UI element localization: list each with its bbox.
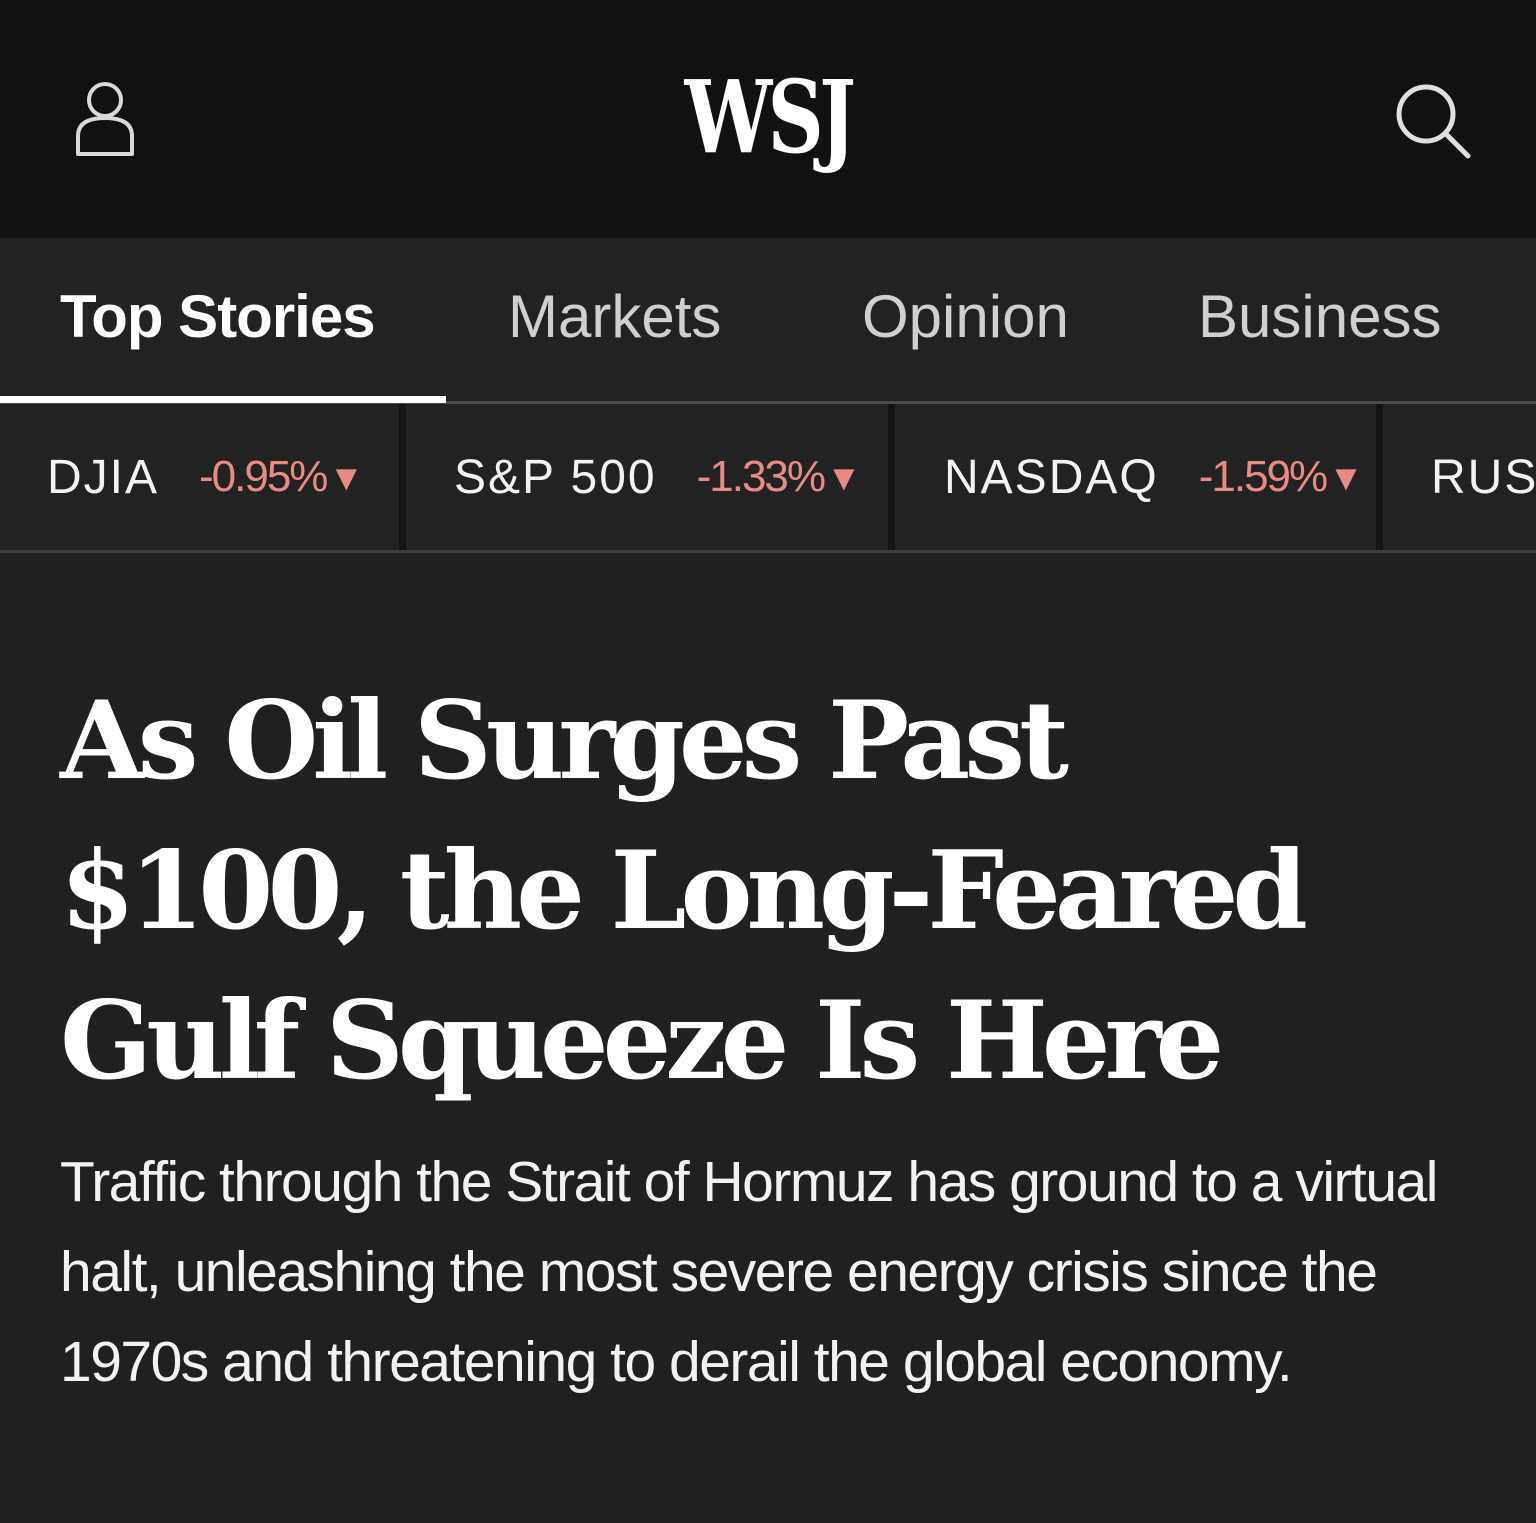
- ticker-item-djia[interactable]: DJIA -0.95% ▼: [47, 404, 364, 550]
- tab-markets[interactable]: Markets: [508, 282, 721, 352]
- down-arrow-icon: ▼: [826, 457, 862, 498]
- ticker-divider: [888, 404, 895, 550]
- ticker-divider: [1376, 404, 1383, 550]
- down-arrow-icon: ▼: [328, 457, 365, 498]
- ticker-item-nasdaq[interactable]: NASDAQ -1.59% ▼: [944, 404, 1364, 550]
- ticker-change: -1.33%: [696, 452, 826, 501]
- article-headline[interactable]: As Oil Surges Past $100, the Long-Feared…: [60, 666, 1330, 1116]
- tab-business[interactable]: Business: [1198, 282, 1441, 352]
- down-arrow-icon: ▼: [1328, 457, 1364, 498]
- ticker-name: NASDAQ: [944, 450, 1159, 504]
- search-icon: [1396, 84, 1471, 159]
- active-tab-indicator: [0, 396, 446, 403]
- market-ticker: DJIA -0.95% ▼ S&P 500 -1.33% ▼ NASDAQ -1…: [0, 404, 1536, 553]
- article-summary[interactable]: Traffic through the Strait of Hormuz has…: [60, 1137, 1500, 1407]
- ticker-change: -0.95%: [199, 452, 328, 501]
- ticker-item-sp500[interactable]: S&P 500 -1.33% ▼: [454, 404, 862, 550]
- ticker-name: S&P 500: [454, 450, 657, 504]
- tab-top-stories[interactable]: Top Stories: [60, 282, 376, 352]
- ticker-item-russell[interactable]: RUSS: [1431, 404, 1536, 550]
- ticker-name: RUSS: [1431, 450, 1536, 504]
- wsj-logo[interactable]: WSJ: [169, 62, 1367, 172]
- tab-opinion[interactable]: Opinion: [862, 282, 1069, 352]
- search-button[interactable]: [1384, 72, 1480, 168]
- section-tabs: Top Stories Markets Opinion Business: [0, 238, 1536, 404]
- account-button[interactable]: [57, 72, 153, 168]
- ticker-name: DJIA: [47, 450, 160, 504]
- person-icon: [76, 82, 134, 156]
- ticker-divider: [399, 404, 406, 550]
- ticker-change: -1.59%: [1198, 452, 1328, 501]
- top-header: WSJ: [0, 0, 1536, 238]
